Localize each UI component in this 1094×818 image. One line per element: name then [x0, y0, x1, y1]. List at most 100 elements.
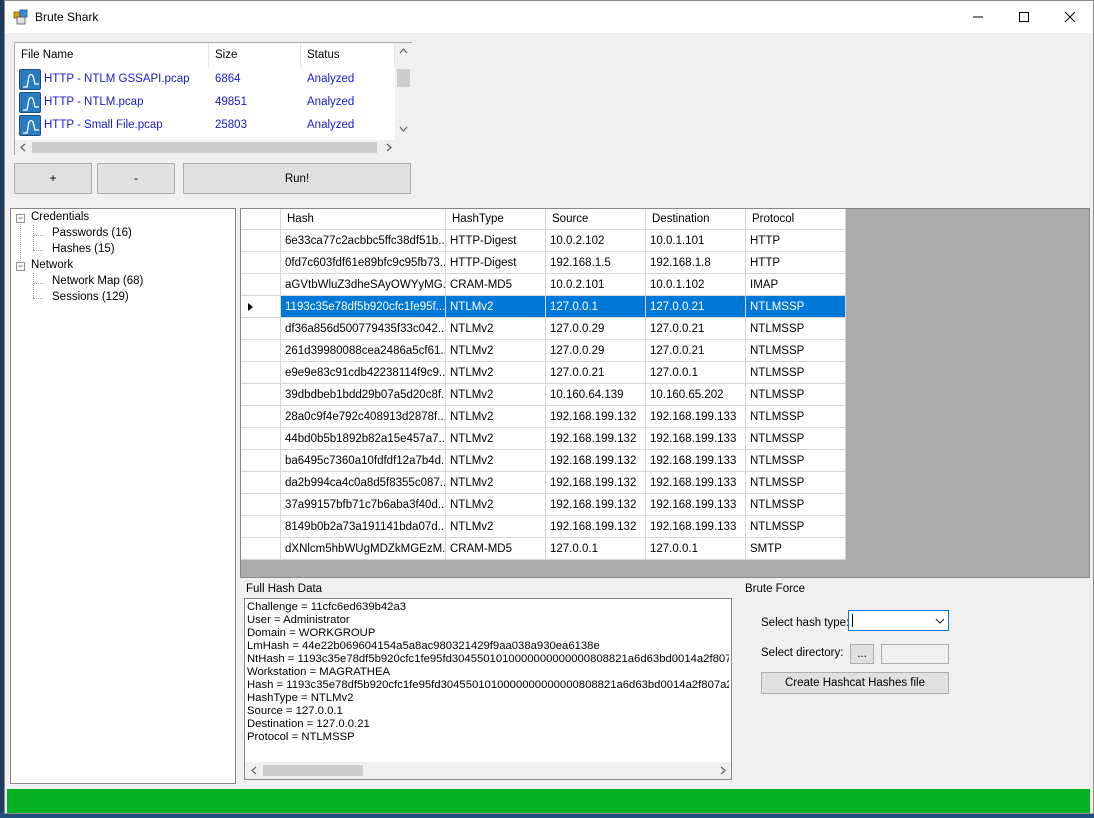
hashes-grid[interactable]: Hash HashType Source Destination Protoco…: [240, 208, 1090, 578]
cell-source[interactable]: 192.168.199.132: [546, 516, 646, 538]
cell-protocol[interactable]: IMAP: [746, 274, 846, 296]
row-header[interactable]: [241, 340, 281, 362]
cell-hash[interactable]: df36a856d500779435f33c042...: [281, 318, 446, 340]
table-row[interactable]: e9e9e83c91cdb42238114f9c9... NTLMv2 127.0.…: [241, 362, 846, 384]
cell-protocol[interactable]: HTTP: [746, 252, 846, 274]
tree-node-sessions[interactable]: Sessions (129): [52, 291, 129, 303]
cell-hash[interactable]: dXNlcm5hbWUgMDZkMGEzM...: [281, 538, 446, 560]
row-header[interactable]: [241, 428, 281, 450]
cell-protocol[interactable]: NTLMSSP: [746, 428, 846, 450]
cell-destination[interactable]: 127.0.0.21: [646, 318, 746, 340]
row-header[interactable]: [241, 296, 281, 318]
cell-hash[interactable]: 1193c35e78df5b920cfc1fe95f...: [281, 296, 446, 318]
table-row[interactable]: 39dbdbeb1bdd29b07a5d20c8f... NTLMv2 10.160…: [241, 384, 846, 406]
cell-protocol[interactable]: NTLMSSP: [746, 340, 846, 362]
cell-destination[interactable]: 192.168.199.133: [646, 450, 746, 472]
browse-directory-button[interactable]: ...: [850, 644, 874, 664]
cell-destination[interactable]: 10.0.1.102: [646, 274, 746, 296]
cell-destination[interactable]: 192.168.199.133: [646, 428, 746, 450]
cell-source[interactable]: 10.0.2.101: [546, 274, 646, 296]
hash-type-select[interactable]: [848, 610, 949, 631]
full-hash-textbox[interactable]: Challenge = 11cfc6ed639b42a3 User = Admin…: [244, 598, 732, 780]
cell-protocol[interactable]: HTTP: [746, 230, 846, 252]
cell-source[interactable]: 127.0.0.21: [546, 362, 646, 384]
cell-source[interactable]: 192.168.199.132: [546, 428, 646, 450]
cell-hashtype[interactable]: HTTP-Digest: [446, 252, 546, 274]
table-row[interactable]: dXNlcm5hbWUgMDZkMGEzM... CRAM-MD5 127.0.0.…: [241, 538, 846, 560]
row-header[interactable]: [241, 516, 281, 538]
cell-source[interactable]: 10.0.2.102: [546, 230, 646, 252]
cell-destination[interactable]: 192.168.199.133: [646, 406, 746, 428]
column-header-protocol[interactable]: Protocol: [746, 209, 846, 230]
column-header-hashtype[interactable]: HashType: [446, 209, 546, 230]
table-row[interactable]: 0fd7c603fdf61e89bfc9c95fb73... HTTP-Diges…: [241, 252, 846, 274]
row-header[interactable]: [241, 274, 281, 296]
file-row[interactable]: HTTP - NTLM GSSAPI.pcap 6864 Analyzed: [15, 68, 395, 91]
cell-source[interactable]: 192.168.1.5: [546, 252, 646, 274]
tree-node-passwords[interactable]: Passwords (16): [52, 227, 132, 239]
directory-field[interactable]: [881, 644, 949, 664]
table-row[interactable]: df36a856d500779435f33c042... NTLMv2 127.0.…: [241, 318, 846, 340]
file-row[interactable]: HTTP - Small File.pcap 25803 Analyzed: [15, 114, 395, 137]
scroll-thumb[interactable]: [397, 69, 410, 87]
table-row[interactable]: ba6495c7360a10fdfdf12a7b4d... NTLMv2 192.1…: [241, 450, 846, 472]
scroll-up-icon[interactable]: [399, 48, 408, 54]
file-name[interactable]: HTTP - NTLM.pcap: [44, 91, 143, 114]
cell-source[interactable]: 192.168.199.132: [546, 472, 646, 494]
cell-hashtype[interactable]: CRAM-MD5: [446, 274, 546, 296]
cell-destination[interactable]: 192.168.199.133: [646, 516, 746, 538]
cell-hashtype[interactable]: NTLMv2: [446, 516, 546, 538]
tree-node-network-map[interactable]: Network Map (68): [52, 275, 143, 287]
table-row[interactable]: da2b994ca4c0a8d5f8355c087... NTLMv2 192.16…: [241, 472, 846, 494]
column-header-destination[interactable]: Destination: [646, 209, 746, 230]
chevron-down-icon[interactable]: [935, 618, 945, 624]
cell-hashtype[interactable]: NTLMv2: [446, 296, 546, 318]
full-hash-text[interactable]: Challenge = 11cfc6ed639b42a3 User = Admin…: [247, 601, 729, 761]
column-header-size[interactable]: Size: [209, 43, 301, 67]
scroll-left-icon[interactable]: [251, 766, 257, 775]
cell-hashtype[interactable]: NTLMv2: [446, 428, 546, 450]
cell-protocol[interactable]: NTLMSSP: [746, 384, 846, 406]
cell-hash[interactable]: 44bd0b5b1892b82a15e457a7...: [281, 428, 446, 450]
table-row[interactable]: 261d39980088cea2486a5cf61... NTLMv2 127.0.…: [241, 340, 846, 362]
cell-source[interactable]: 192.168.199.132: [546, 494, 646, 516]
cell-hashtype[interactable]: NTLMv2: [446, 340, 546, 362]
cell-protocol[interactable]: NTLMSSP: [746, 406, 846, 428]
table-row[interactable]: 1193c35e78df5b920cfc1fe95f... NTLMv2 127.0…: [241, 296, 846, 318]
cell-protocol[interactable]: SMTP: [746, 538, 846, 560]
tree-node-hashes[interactable]: Hashes (15): [52, 243, 115, 255]
remove-file-button[interactable]: -: [97, 163, 175, 194]
column-header-file-name[interactable]: File Name: [15, 43, 209, 67]
file-list[interactable]: File Name Size Status HTTP - NTLM GSSAPI…: [14, 42, 412, 155]
cell-hashtype[interactable]: NTLMv2: [446, 362, 546, 384]
cell-protocol[interactable]: NTLMSSP: [746, 516, 846, 538]
cell-hash[interactable]: aGVtbWluZ3dheSAyOWYyMG...: [281, 274, 446, 296]
cell-hash[interactable]: 261d39980088cea2486a5cf61...: [281, 340, 446, 362]
cell-destination[interactable]: 127.0.0.21: [646, 340, 746, 362]
cell-destination[interactable]: 192.168.199.133: [646, 494, 746, 516]
row-header[interactable]: [241, 362, 281, 384]
cell-hash[interactable]: 37a99157bfb71c7b6aba3f40d...: [281, 494, 446, 516]
collapse-network-icon[interactable]: −: [16, 262, 25, 271]
create-hashcat-file-button[interactable]: Create Hashcat Hashes file: [761, 672, 949, 694]
file-list-vertical-scrollbar[interactable]: [395, 43, 412, 140]
cell-hashtype[interactable]: NTLMv2: [446, 318, 546, 340]
row-header[interactable]: [241, 230, 281, 252]
cell-protocol[interactable]: NTLMSSP: [746, 472, 846, 494]
cell-hash[interactable]: 28a0c9f4e792c408913d2878f...: [281, 406, 446, 428]
cell-hash[interactable]: 0fd7c603fdf61e89bfc9c95fb73...: [281, 252, 446, 274]
run-button[interactable]: Run!: [183, 163, 411, 194]
cell-source[interactable]: 127.0.0.1: [546, 538, 646, 560]
scroll-left-icon[interactable]: [20, 143, 26, 152]
row-header[interactable]: [241, 318, 281, 340]
table-row[interactable]: 37a99157bfb71c7b6aba3f40d... NTLMv2 192.16…: [241, 494, 846, 516]
table-row[interactable]: aGVtbWluZ3dheSAyOWYyMG... CRAM-MD5 10.0.2.…: [241, 274, 846, 296]
cell-protocol[interactable]: NTLMSSP: [746, 494, 846, 516]
add-file-button[interactable]: +: [14, 163, 92, 194]
scroll-thumb[interactable]: [32, 142, 377, 153]
maximize-button[interactable]: [1001, 1, 1047, 33]
cell-hash[interactable]: 6e33ca77c2acbbc5ffc38df51b...: [281, 230, 446, 252]
cell-hash[interactable]: 39dbdbeb1bdd29b07a5d20c8f...: [281, 384, 446, 406]
row-header[interactable]: [241, 494, 281, 516]
cell-hashtype[interactable]: NTLMv2: [446, 384, 546, 406]
